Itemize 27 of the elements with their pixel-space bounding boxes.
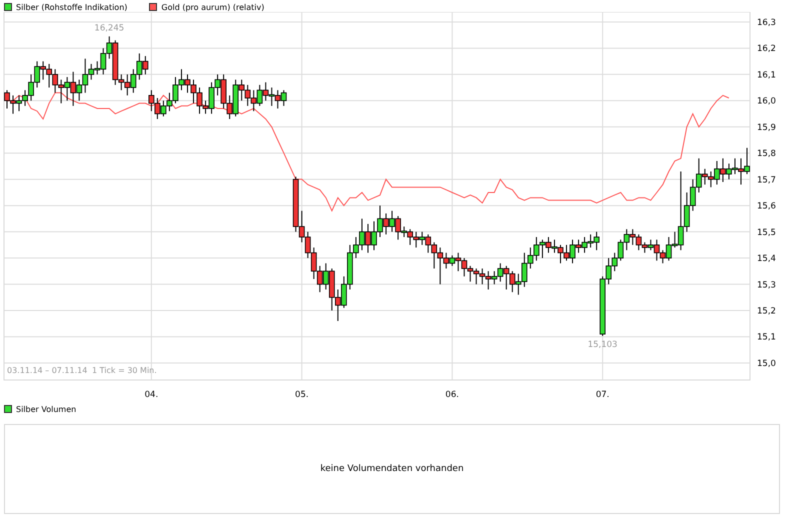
axis-label: 15,8 <box>757 149 776 160</box>
axis-label: 16,1 <box>757 70 776 80</box>
price-annotation: 16,245 <box>94 23 124 34</box>
legend-label: Gold (pro aurum) (relativ) <box>149 2 264 12</box>
legend-label: Silber (Rohstoffe Indikation) <box>4 2 128 12</box>
axis-label: 16,2 <box>757 44 776 54</box>
date-range: 03.11.14 – 07.11.14 <box>7 366 88 375</box>
axis-label: 15,6 <box>757 202 776 212</box>
axis-label: 15,9 <box>757 122 776 133</box>
axis-label: 15,5 <box>757 228 776 238</box>
axis-label: 15,2 <box>757 306 776 316</box>
axis-label: 15,4 <box>757 254 776 264</box>
axis-label: 16,3 <box>757 18 776 28</box>
no-data-message: keine Volumendaten vorhanden <box>320 464 464 474</box>
axis-label: 06. <box>445 390 459 400</box>
axis-label: 15,3 <box>757 280 776 290</box>
axis-label: 04. <box>144 390 158 400</box>
price-annotation: 15,103 <box>588 340 618 350</box>
axis-label: 07. <box>596 390 610 400</box>
axis-label: 16,0 <box>757 96 776 107</box>
axis-label: 15,0 <box>757 358 776 369</box>
axis-label: 05. <box>295 390 309 400</box>
axis-label: 15,1 <box>757 332 776 343</box>
axis-label: 15,7 <box>757 175 776 186</box>
legend-swatch <box>4 3 12 11</box>
tick-size-label: 1 Tick = 30 Min. <box>92 366 157 375</box>
legend-label: Silber Volumen <box>4 404 76 414</box>
